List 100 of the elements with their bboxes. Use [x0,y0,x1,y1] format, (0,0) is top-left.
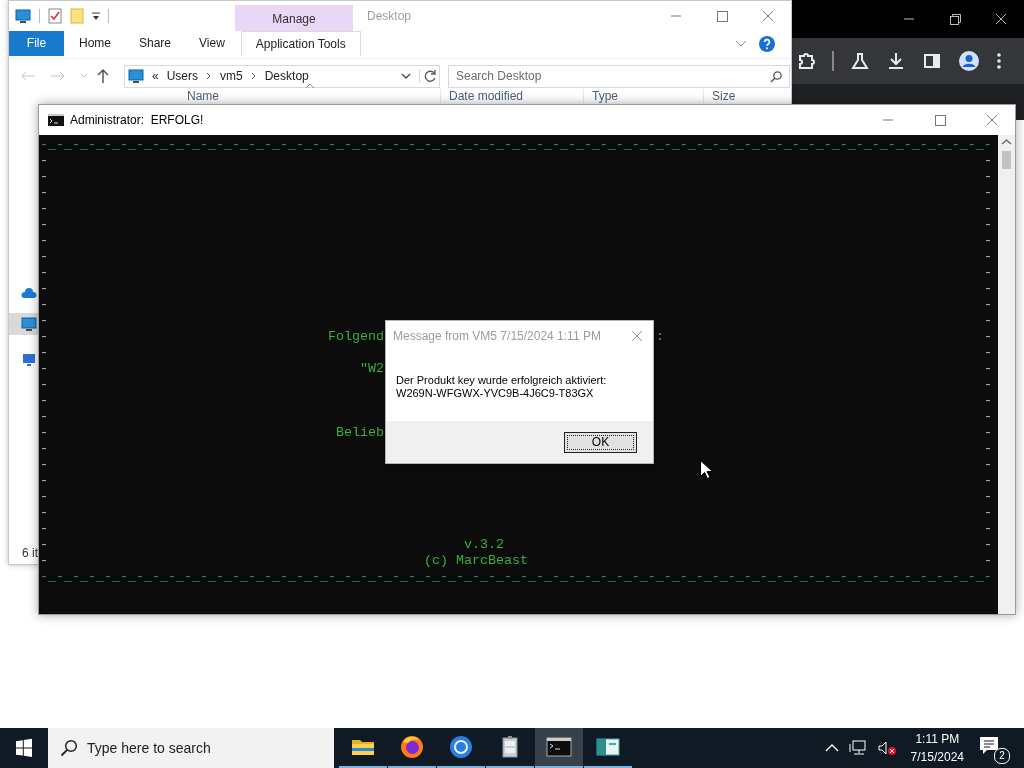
browser-icon [447,733,475,761]
column-header[interactable]: Name [179,89,441,103]
console-text: - [984,281,992,297]
console-text: - [40,345,48,361]
ribbon-tab[interactable]: Manage [235,5,353,31]
search-icon[interactable] [60,739,78,757]
caret-icon[interactable] [92,11,100,21]
breadcrumb-item[interactable]: « [152,69,159,83]
console-text: - [984,233,992,249]
flask-icon[interactable] [850,51,870,71]
console-text: - [984,377,992,393]
console-text: - [40,217,48,233]
network-icon[interactable] [848,740,867,756]
ribbon-tab[interactable]: Home [65,31,125,56]
console-text: - [984,473,992,489]
console-text: -_-_-_-_-_-_-_-_-_-_-_-_-_-_-_-_-_-_-_-_-_-_-_-_-_-_-_-_-_-_-_-_-_-_-_-_-_-_-_-_-_-_-_-_-_-_-_-_-_-_-_-_-_-_-_-_-_-_-_- [40,569,992,585]
dialog-title: Message from VM5 7/15/2024 1:11 PM [393,328,601,343]
monitor-icon [21,317,37,331]
refresh-icon[interactable] [419,69,437,83]
console-text: - [984,265,992,281]
terminal-icon [48,114,64,126]
console-text: -_-_-_-_-_-_-_-_-_-_-_-_-_-_-_-_-_-_-_-_-_-_-_-_-_-_-_-_-_-_-_-_-_-_-_-_-_-_-_-_-_-_-_-_-_-_-_-_-_-_-_-_-_-_-_-_-_-_-_- [40,137,992,153]
console-text: - [40,185,48,201]
ribbon-tab[interactable]: View [185,31,239,56]
ribbon-tab[interactable]: File [9,31,64,56]
notification-icon[interactable] [978,735,1000,755]
ok-button[interactable]: OK [564,431,637,453]
ribbon-tab[interactable]: Application Tools [240,31,361,56]
puzzle-icon[interactable] [796,51,816,71]
console-text: - [40,249,48,265]
console-text: - [984,185,992,201]
console-text: - [984,169,992,185]
volume-muted-icon[interactable] [876,740,897,756]
search-field[interactable]: Search Desktop [448,64,790,88]
console-text: (c) MarcBeast [423,553,528,568]
chevron-down-icon[interactable] [401,73,411,79]
scrollbar-thumb[interactable] [1002,151,1011,169]
console-text: - [40,425,48,441]
console-text: - [984,313,992,329]
console-text: - [40,441,48,457]
console-text: - [40,537,48,553]
address-bar[interactable]: « Users vm5 Desktop [124,64,440,88]
monitor-icon[interactable] [15,9,31,23]
console-text: - [984,457,992,473]
console-text: - [40,521,48,537]
column-header[interactable]: Size [704,89,784,103]
console-text: - [40,233,48,249]
console-text: - [984,441,992,457]
help-icon[interactable] [759,35,775,52]
clock-time[interactable]: 1:11 PM [915,730,960,748]
console-text: - [40,169,48,185]
message-text: Der Produkt key wurde erfolgreich aktiviert: [396,374,608,387]
search-icon[interactable] [770,70,782,83]
chevron-right-icon [250,72,257,80]
sidebar-icon[interactable] [922,51,942,71]
breadcrumb-item[interactable]: Desktop [264,69,309,83]
avatar-icon[interactable] [958,50,980,72]
console-text: - [984,345,992,361]
console-text: - [984,409,992,425]
window-title: Desktop [367,9,412,23]
console-text: - [40,153,48,169]
console-text: - [984,361,992,377]
monitor-icon [128,69,144,83]
console-text: - [40,505,48,521]
console-text: - [40,281,48,297]
breadcrumb-item[interactable]: Users [166,69,199,83]
console-text: Folgend [327,329,384,344]
download-icon[interactable] [886,51,906,71]
console-text: - [40,329,48,345]
console-text: - [984,553,992,569]
console-text: - [40,265,48,281]
up-arrow-icon[interactable] [96,68,110,84]
column-header[interactable]: Type [584,89,704,103]
console-text: - [984,489,992,505]
chevron-right-icon [206,72,213,80]
status-text: 6 it [22,545,38,562]
console-text: - [984,521,992,537]
console-text: v.3.2 [463,537,504,552]
menu-icon[interactable] [996,51,1002,71]
network-icon [21,352,37,368]
scrollbar[interactable] [998,135,1015,614]
column-header[interactable]: Date modified [441,89,584,103]
nav-item[interactable] [9,313,39,335]
taskbar-button[interactable] [535,728,583,768]
sort-caret-icon [305,83,315,88]
breadcrumb-item[interactable]: vm5 [220,69,243,83]
ribbon-tab[interactable]: Share [125,31,186,56]
console-text: - [984,329,992,345]
console-text: - [40,393,48,409]
close-button[interactable] [631,329,643,342]
console-text: - [40,297,48,313]
console-text: - [984,153,992,169]
console-text: - [40,377,48,393]
clock-date[interactable]: 7/15/2024 [910,748,964,766]
checklist-icon[interactable] [48,8,62,24]
window-title: Administrator: ERFOLG! [70,113,204,127]
console-text: - [40,361,48,377]
chevron-up-icon[interactable] [824,744,839,752]
search-field[interactable]: Type here to search [48,728,334,768]
console-text: - [40,313,48,329]
